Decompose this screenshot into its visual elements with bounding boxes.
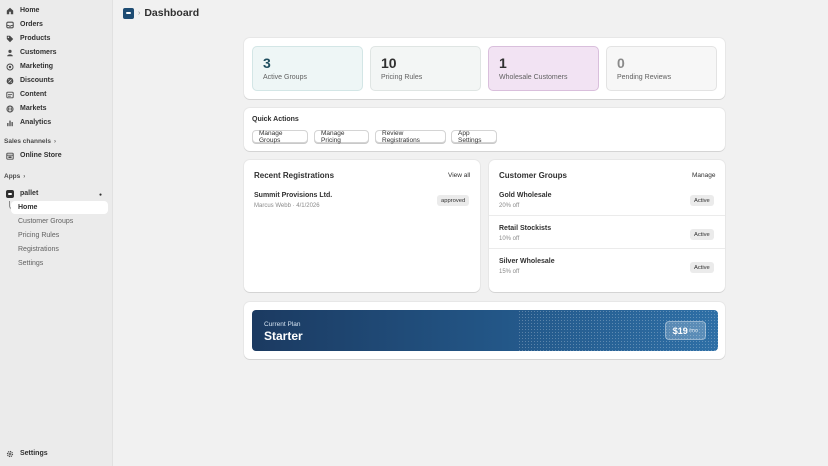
store-icon <box>6 152 14 160</box>
nav-home-label: Home <box>20 7 40 14</box>
manage-pricing-button[interactable]: Manage Pricing <box>314 130 369 144</box>
status-badge: Active <box>690 195 714 206</box>
plan-label: Current Plan <box>264 321 301 328</box>
nav-discounts[interactable]: Discounts <box>3 74 54 87</box>
plan-price-badge[interactable]: $19 /mo <box>664 321 706 340</box>
nav-analytics[interactable]: Analytics <box>3 116 51 129</box>
manage-groups-link[interactable]: Manage <box>692 172 716 179</box>
app-nav-pricing-rules-label: Pricing Rules <box>18 232 60 239</box>
stat-label: Pending Reviews <box>617 74 672 81</box>
nav-orders[interactable]: Orders <box>3 18 43 31</box>
stat-wholesale-customers[interactable]: 1 Wholesale Customers <box>488 46 599 91</box>
group-name[interactable]: Silver Wholesale <box>499 258 555 265</box>
sales-channels-section[interactable]: Sales channels › <box>4 138 56 145</box>
plan-period: /mo <box>688 327 698 334</box>
divider <box>489 248 725 249</box>
nav-markets[interactable]: Markets <box>3 102 46 115</box>
app-nav-settings[interactable]: Settings <box>11 257 108 270</box>
chevron-right-icon: › <box>23 173 26 180</box>
stat-active-groups[interactable]: 3 Active Groups <box>252 46 363 91</box>
apps-label: Apps <box>4 173 21 180</box>
stat-value: 3 <box>263 55 271 71</box>
app-nav-customer-groups-label: Customer Groups <box>18 218 74 225</box>
pallet-app-icon <box>6 189 14 198</box>
nav-products[interactable]: Products <box>3 32 50 45</box>
app-settings-button[interactable]: App Settings <box>451 130 497 144</box>
content-icon <box>6 91 14 99</box>
sales-channels-label: Sales channels <box>4 138 51 145</box>
group-discount: 15% off <box>499 269 520 275</box>
stat-pending-reviews[interactable]: 0 Pending Reviews <box>606 46 717 91</box>
plan-price: $19 <box>672 325 688 336</box>
stat-label: Active Groups <box>263 74 307 81</box>
chevron-right-icon: › <box>138 9 141 17</box>
home-icon <box>6 7 14 15</box>
nav-products-label: Products <box>20 35 51 42</box>
registration-name[interactable]: Summit Provisions Ltd. <box>254 192 332 199</box>
nav-orders-label: Orders <box>20 21 43 28</box>
app-nav-pricing-rules[interactable]: Pricing Rules <box>11 229 108 242</box>
customer-groups-title: Customer Groups <box>499 171 568 180</box>
stat-label: Wholesale Customers <box>499 74 568 81</box>
quick-actions-title: Quick Actions <box>252 116 299 123</box>
nav-marketing[interactable]: Marketing <box>3 60 53 73</box>
app-nav-customer-groups[interactable]: Customer Groups <box>11 215 108 228</box>
nav-marketing-label: Marketing <box>20 63 54 70</box>
group-discount: 10% off <box>499 236 520 242</box>
group-name[interactable]: Gold Wholesale <box>499 192 552 199</box>
nav-home[interactable]: Home <box>3 4 39 17</box>
status-badge: Active <box>690 229 714 240</box>
review-registrations-button[interactable]: Review Registrations <box>375 130 446 144</box>
nav-customers[interactable]: Customers <box>3 46 57 59</box>
inbox-icon <box>6 21 14 29</box>
bar-chart-icon <box>6 119 14 127</box>
nav-settings-label: Settings <box>20 450 48 457</box>
page-title: Dashboard <box>144 7 200 19</box>
sidebar: Home Orders Products Customers Marketing… <box>0 0 113 466</box>
nav-content-label: Content <box>20 91 47 98</box>
recent-registrations-title: Recent Registrations <box>254 171 335 180</box>
gear-icon <box>6 450 14 458</box>
stat-pricing-rules[interactable]: 10 Pricing Rules <box>370 46 481 91</box>
plan-name: Starter <box>264 329 303 343</box>
chevron-right-icon: › <box>53 138 56 145</box>
nav-settings[interactable]: Settings <box>3 447 48 460</box>
group-name[interactable]: Retail Stockists <box>499 225 551 232</box>
nav-customers-label: Customers <box>20 49 57 56</box>
stat-label: Pricing Rules <box>381 74 423 81</box>
person-icon <box>6 49 14 57</box>
registration-meta: Marcus Webb · 4/1/2026 <box>254 203 320 209</box>
status-badge: Active <box>690 262 714 273</box>
globe-icon <box>6 104 14 113</box>
group-discount: 20% off <box>499 203 520 209</box>
app-nav-registrations[interactable]: Registrations <box>11 243 108 256</box>
nav-app-pallet-label: pallet <box>20 190 39 197</box>
apps-section[interactable]: Apps › <box>4 173 25 180</box>
discount-icon <box>6 77 14 85</box>
stat-value: 10 <box>381 55 397 71</box>
app-logo-icon <box>123 7 134 19</box>
app-nav-settings-label: Settings <box>18 260 44 267</box>
app-nav-home[interactable]: Home <box>11 201 108 214</box>
status-badge: approved <box>437 195 470 206</box>
nav-online-store-label: Online Store <box>20 152 62 159</box>
pin-icon[interactable]: ● <box>99 192 102 198</box>
page-header: › Dashboard <box>123 6 199 20</box>
nav-online-store[interactable]: Online Store <box>3 149 62 162</box>
tag-icon <box>6 35 14 43</box>
app-nav-home-label: Home <box>18 204 38 211</box>
nav-markets-label: Markets <box>20 105 47 112</box>
manage-groups-button[interactable]: Manage Groups <box>252 130 308 144</box>
stat-value: 1 <box>499 55 507 71</box>
nav-app-pallet[interactable]: pallet <box>3 187 38 200</box>
target-icon <box>6 62 14 71</box>
app-nav-registrations-label: Registrations <box>18 246 59 253</box>
stat-value: 0 <box>617 55 625 71</box>
nav-content[interactable]: Content <box>3 88 46 101</box>
divider <box>489 215 725 216</box>
view-all-link[interactable]: View all <box>448 172 470 179</box>
plan-banner: Current Plan Starter $19 /mo <box>252 310 718 351</box>
nav-analytics-label: Analytics <box>20 119 52 126</box>
nav-discounts-label: Discounts <box>20 77 54 84</box>
